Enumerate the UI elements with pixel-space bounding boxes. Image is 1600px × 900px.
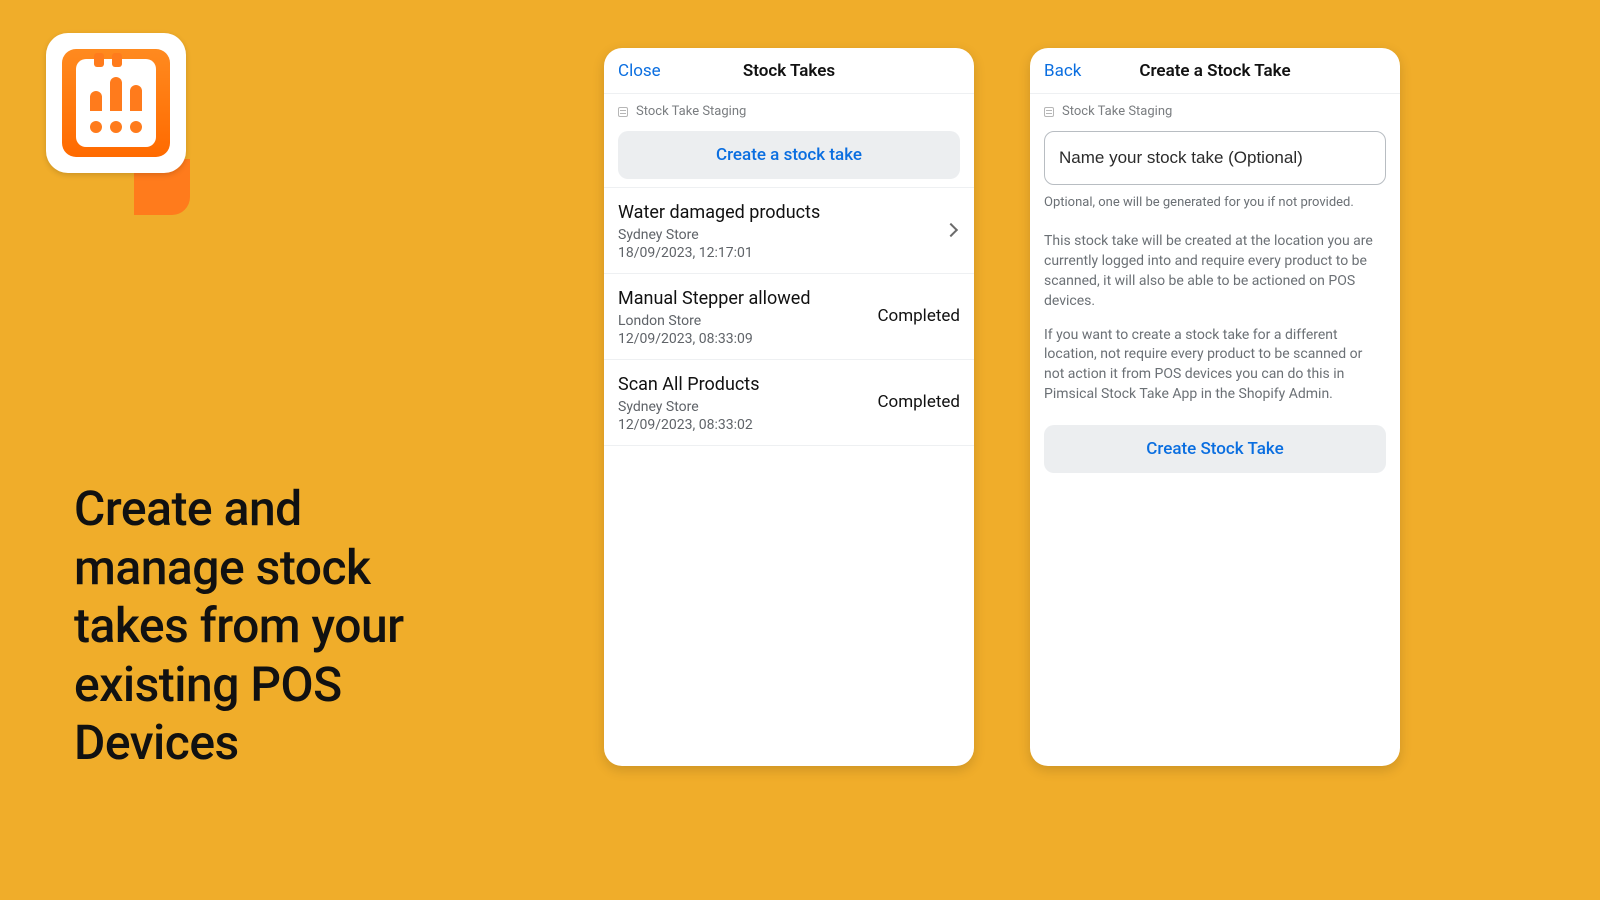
app-icon [46,33,186,193]
create-stock-take-submit-button[interactable]: Create Stock Take [1044,425,1386,473]
panel-header: Close Stock Takes [604,48,974,94]
stock-takes-panel: Close Stock Takes Stock Take Staging Cre… [604,48,974,766]
stock-take-location: Sydney Store [618,399,760,415]
close-button[interactable]: Close [618,48,661,94]
stock-take-location: London Store [618,313,810,329]
breadcrumb-label: Stock Take Staging [1062,104,1172,119]
breadcrumb: Stock Take Staging [1030,94,1400,125]
chevron-right-icon [944,223,958,237]
panel-title: Create a Stock Take [1139,61,1290,81]
breadcrumb: Stock Take Staging [604,94,974,125]
info-paragraph: This stock take will be created at the l… [1044,232,1386,312]
status-badge: Completed [877,392,960,412]
create-stock-take-panel: Back Create a Stock Take Stock Take Stag… [1030,48,1400,766]
marketing-tagline: Create and manage stock takes from your … [74,480,434,773]
stock-take-name-input[interactable] [1044,131,1386,185]
breadcrumb-label: Stock Take Staging [636,104,746,119]
create-stock-take-button[interactable]: Create a stock take [618,131,960,179]
stock-take-timestamp: 18/09/2023, 12:17:01 [618,245,820,261]
stock-take-timestamp: 12/09/2023, 08:33:02 [618,417,760,433]
stock-take-name: Scan All Products [618,374,760,395]
breadcrumb-icon [1044,107,1054,117]
stock-take-location: Sydney Store [618,227,820,243]
stock-take-row[interactable]: Scan All Products Sydney Store 12/09/2023,… [604,360,974,446]
breadcrumb-icon [618,107,628,117]
stock-take-row[interactable]: Water damaged products Sydney Store 18/09/… [604,187,974,274]
stock-take-name: Water damaged products [618,202,820,223]
stock-take-row[interactable]: Manual Stepper allowed London Store 12/09/… [604,274,974,360]
info-paragraph: If you want to create a stock take for a… [1044,326,1386,406]
panel-header: Back Create a Stock Take [1030,48,1400,94]
status-badge: Completed [877,306,960,326]
back-button[interactable]: Back [1044,48,1081,94]
stock-take-name: Manual Stepper allowed [618,288,810,309]
input-helper-text: Optional, one will be generated for you … [1044,195,1386,210]
panel-title: Stock Takes [743,61,835,81]
stock-take-timestamp: 12/09/2023, 08:33:09 [618,331,810,347]
